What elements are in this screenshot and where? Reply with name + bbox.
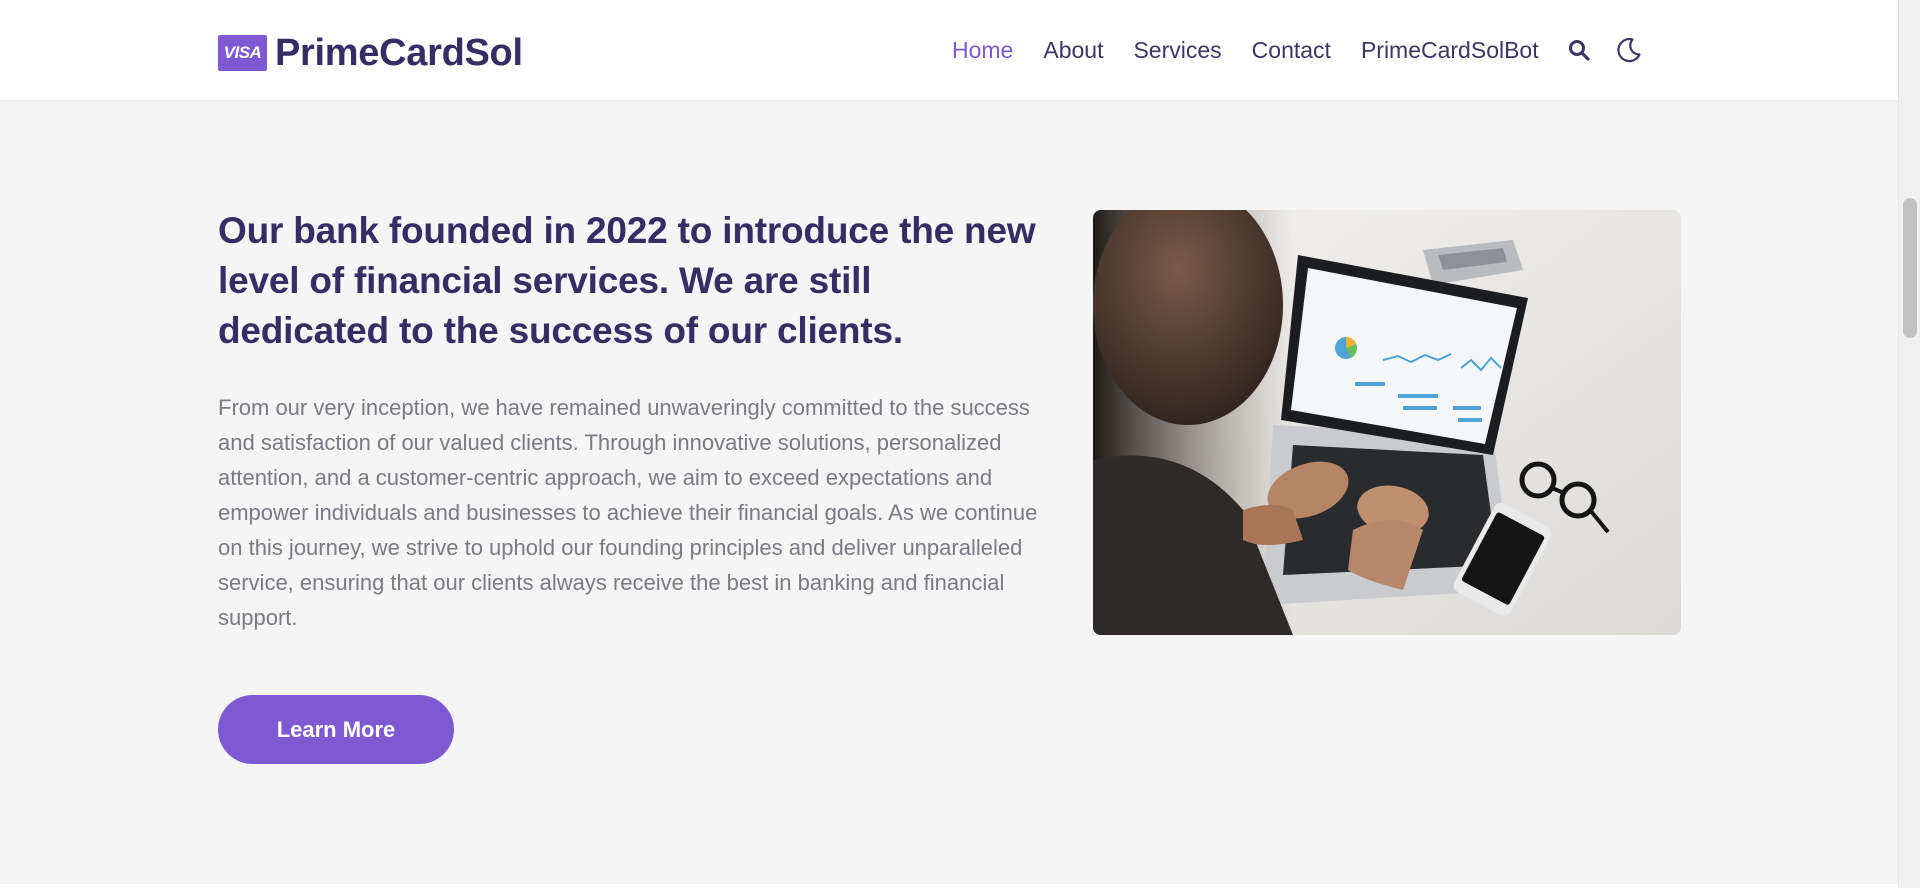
learn-more-button[interactable]: Learn More [218, 695, 454, 764]
search-icon[interactable] [1565, 36, 1593, 64]
nav-item-contact[interactable]: Contact [1252, 37, 1331, 64]
main-nav: Home About Services Contact PrimeCardSol… [952, 34, 1643, 66]
nav-item-home[interactable]: Home [952, 37, 1013, 64]
laptop-photo-illustration [1093, 210, 1681, 635]
scrollbar-thumb[interactable] [1903, 198, 1917, 338]
page-bottom-edge [0, 884, 1898, 888]
about-paragraph: From our very inception, we have remaine… [218, 395, 1038, 630]
brand-logo[interactable]: VISA PrimeCardSol [218, 32, 523, 74]
moon-icon[interactable] [1615, 36, 1643, 64]
nav-item-about[interactable]: About [1043, 37, 1103, 64]
brand-name: PrimeCardSol [275, 31, 523, 74]
page-scrollbar[interactable] [1898, 0, 1920, 888]
site-header: VISA PrimeCardSol Home About Services Co… [0, 0, 1898, 100]
laptop-photo [1093, 210, 1681, 635]
page: VISA PrimeCardSol Home About Services Co… [0, 0, 1920, 888]
about-headline: Our bank founded in 2022 to introduce th… [218, 210, 1036, 351]
nav-item-bot[interactable]: PrimeCardSolBot [1361, 37, 1539, 64]
nav-item-services[interactable]: Services [1133, 37, 1221, 64]
visa-badge-icon: VISA [218, 35, 267, 71]
